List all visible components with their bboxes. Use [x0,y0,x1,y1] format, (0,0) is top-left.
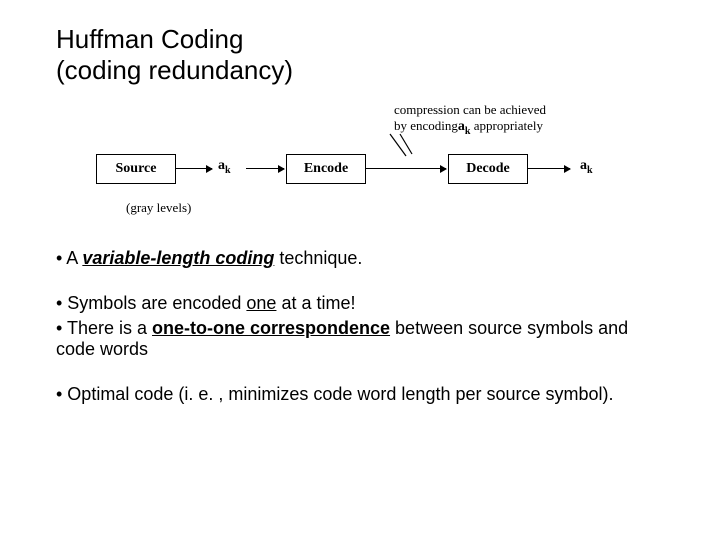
b2-b: one [246,293,276,313]
sym1-k: k [225,165,231,176]
annotation-pointer [386,132,416,160]
flow-diagram: compression can be achieved by encodinga… [96,110,664,230]
sym1-a: a [218,158,225,173]
annot-sym-k: k [465,126,471,137]
arrow-2 [246,168,284,169]
bullet-2: • Symbols are encoded one at a time! [56,293,664,314]
body-text: • A variable-length coding technique. • … [56,248,664,405]
annotation-line2b: appropriately [474,118,543,133]
gray-levels-label: (gray levels) [126,200,191,216]
bullet-4: • Optimal code (i. e. , minimizes code w… [56,384,664,405]
symbol-ak-2: ak [580,158,593,176]
bullet-3: • There is a one-to-one correspondence b… [56,318,664,360]
annotation-text: compression can be achieved by encodinga… [394,102,546,137]
title-line2: (coding redundancy) [56,55,293,85]
b2-a: • Symbols are encoded [56,293,246,313]
box-source: Source [96,154,176,184]
b3-a: • There is a [56,318,152,338]
annotation-line1: compression can be achieved [394,102,546,117]
arrow-3 [366,168,446,169]
arrow-1 [176,168,212,169]
arrow-4 [528,168,570,169]
b1-c: technique. [274,248,362,268]
box-encode: Encode [286,154,366,184]
annotation-line2a: by encoding [394,118,458,133]
bullet-1: • A variable-length coding technique. [56,248,664,269]
slide-title: Huffman Coding (coding redundancy) [56,24,664,86]
symbol-ak-1: ak [218,158,231,176]
annot-sym-a: a [458,119,465,134]
sym2-k: k [587,165,593,176]
b3-b: one-to-one correspondence [152,318,390,338]
b2-c: at a time! [276,293,355,313]
slide: Huffman Coding (coding redundancy) compr… [0,0,720,405]
b1-a: • A [56,248,82,268]
box-decode: Decode [448,154,528,184]
sym2-a: a [580,158,587,173]
b1-b: variable-length coding [82,248,274,268]
title-line1: Huffman Coding [56,24,243,54]
